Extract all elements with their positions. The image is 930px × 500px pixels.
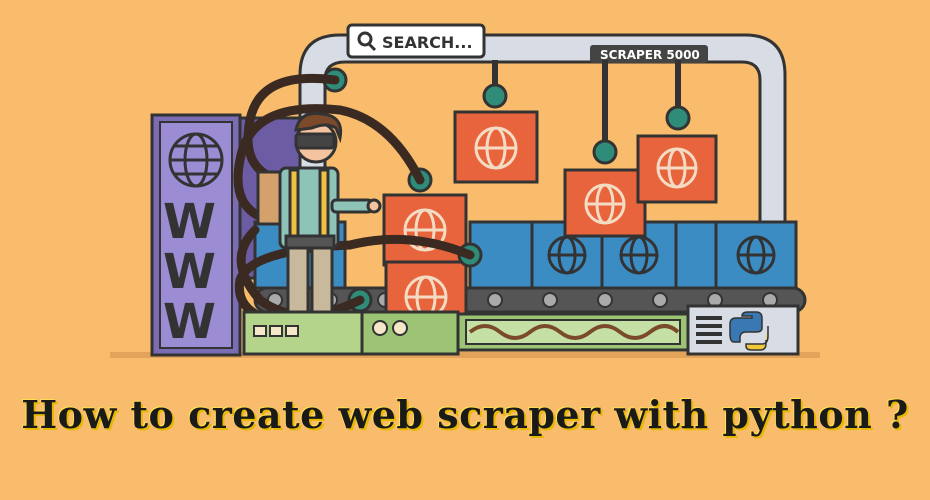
search-sign: SEARCH... bbox=[346, 23, 486, 59]
crate-hanging-3 bbox=[636, 134, 718, 204]
crate-hanging-1 bbox=[453, 110, 539, 184]
search-sign-label: SEARCH... bbox=[382, 33, 473, 52]
banner-stage: SEARCH... SCRAPER 5000 W W W How to crea… bbox=[0, 0, 930, 500]
www-letter-2: W bbox=[163, 244, 216, 300]
www-letter-1: W bbox=[163, 194, 216, 250]
www-letter-3: W bbox=[163, 294, 216, 350]
www-panel: W W W bbox=[150, 113, 242, 357]
crate-carried-1 bbox=[382, 193, 468, 267]
page-caption: How to create web scraper with python ? bbox=[21, 392, 909, 437]
scraper-plate-label: SCRAPER 5000 bbox=[600, 48, 700, 62]
control-panels bbox=[242, 304, 800, 356]
crate-hanging-2 bbox=[563, 168, 647, 238]
